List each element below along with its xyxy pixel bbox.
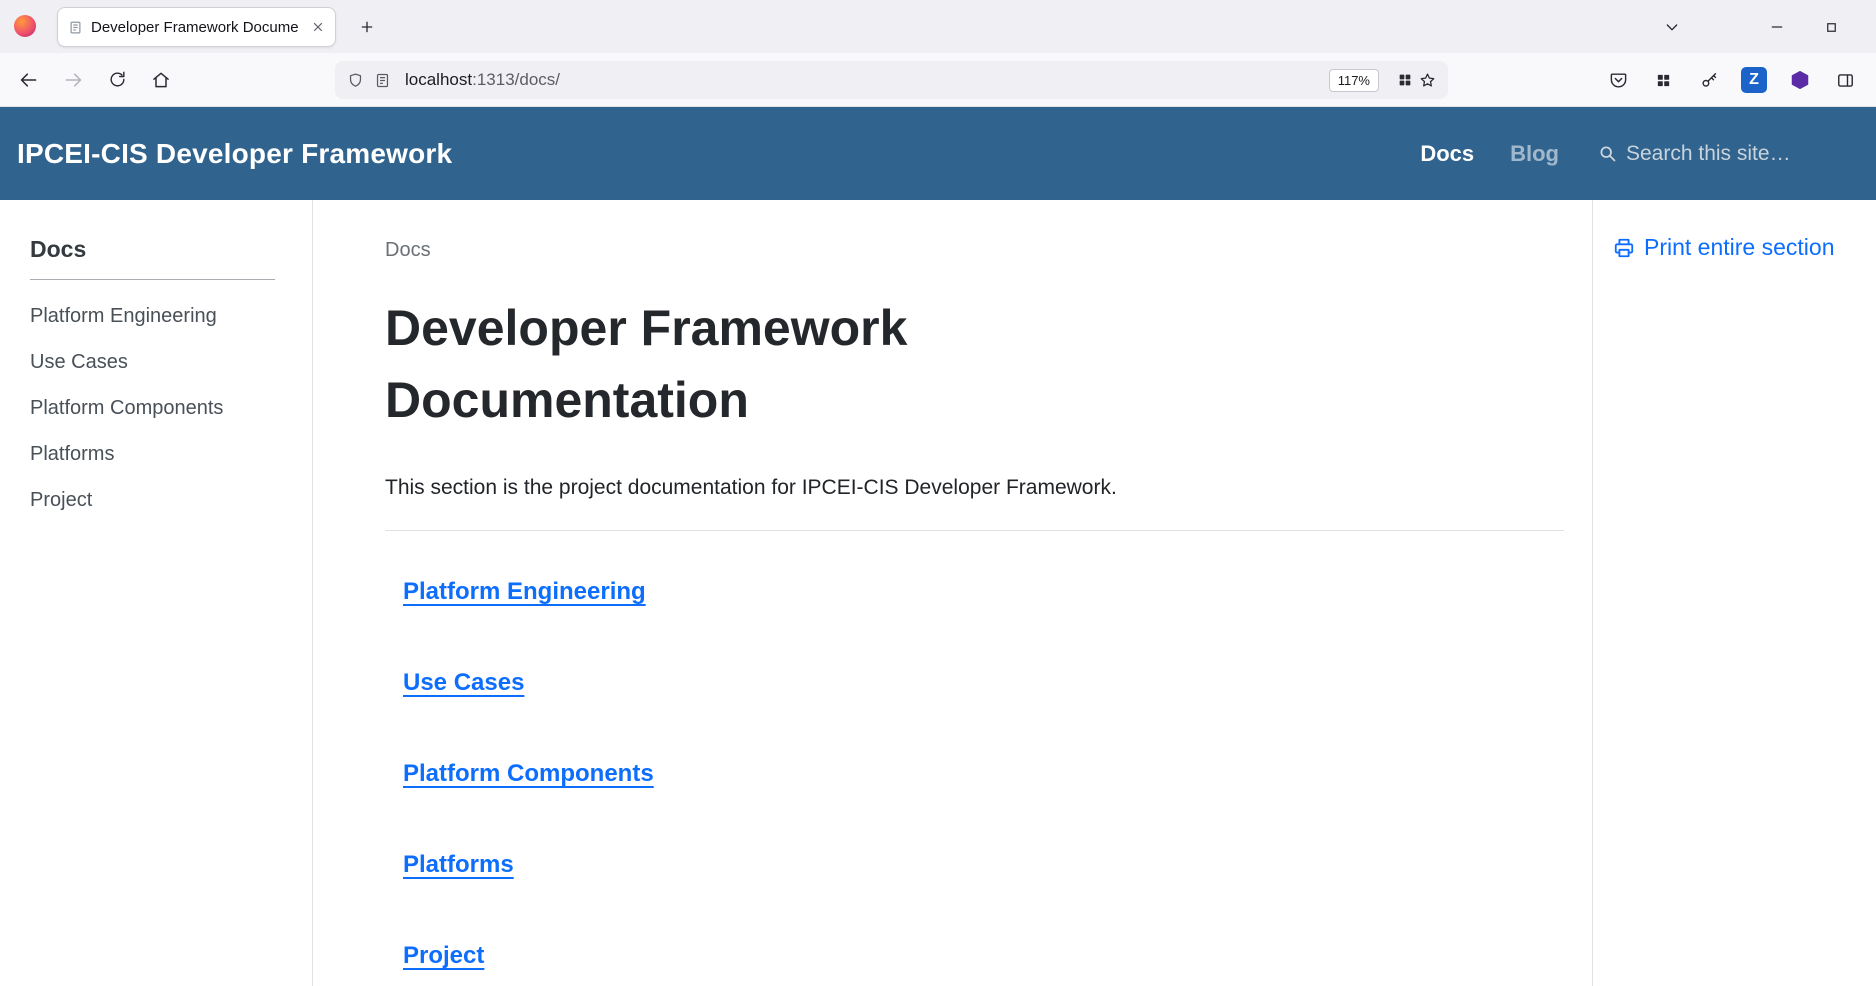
browser-tab-strip: Developer Framework Docume bbox=[0, 0, 1876, 53]
sidebar-link[interactable]: Platform Engineering bbox=[30, 305, 217, 327]
page-favicon-icon bbox=[68, 20, 83, 35]
right-sidebar: Print entire section bbox=[1592, 200, 1876, 986]
site-nav: Docs Blog bbox=[1420, 141, 1856, 167]
firefox-profile-icon[interactable] bbox=[14, 15, 36, 37]
sidebar-link[interactable]: Use Cases bbox=[30, 351, 128, 373]
site-search[interactable] bbox=[1597, 142, 1856, 166]
docs-sidebar: Docs Platform Engineering Use Cases Plat… bbox=[0, 200, 313, 986]
section-link-platform-engineering[interactable]: Platform Engineering bbox=[403, 577, 1564, 607]
back-button[interactable] bbox=[12, 63, 46, 97]
extension-purple-icon[interactable] bbox=[1783, 63, 1817, 97]
sidebar-divider bbox=[30, 279, 275, 280]
reload-button[interactable] bbox=[100, 63, 134, 97]
sidebar-link[interactable]: Project bbox=[30, 489, 92, 511]
sidebar-heading[interactable]: Docs bbox=[30, 236, 292, 263]
content-divider bbox=[385, 530, 1564, 531]
print-section-label: Print entire section bbox=[1644, 234, 1834, 261]
nav-link-blog[interactable]: Blog bbox=[1510, 141, 1559, 167]
window-minimize-button[interactable] bbox=[1762, 12, 1792, 42]
site-brand[interactable]: IPCEI-CIS Developer Framework bbox=[17, 138, 452, 170]
grid-page-action-icon[interactable] bbox=[1397, 72, 1413, 88]
sidebar-item-project[interactable]: Project bbox=[30, 488, 292, 514]
sidebar-toggle-icon[interactable] bbox=[1828, 63, 1862, 97]
bookmark-star-icon[interactable] bbox=[1419, 72, 1436, 89]
pocket-icon[interactable] bbox=[1601, 63, 1635, 97]
lead-paragraph: This section is the project documentatio… bbox=[385, 476, 1564, 500]
url-host: localhost bbox=[405, 70, 472, 89]
new-tab-button[interactable] bbox=[352, 12, 382, 42]
breadcrumb[interactable]: Docs bbox=[385, 239, 1564, 262]
browser-tab[interactable]: Developer Framework Docume bbox=[57, 7, 336, 47]
password-key-icon[interactable] bbox=[1692, 63, 1726, 97]
section-link-platform-components[interactable]: Platform Components bbox=[403, 759, 1564, 789]
sidebar-item-platform-engineering[interactable]: Platform Engineering bbox=[30, 304, 292, 330]
search-icon bbox=[1597, 143, 1618, 164]
list-all-tabs-chevron-icon[interactable] bbox=[1657, 12, 1687, 42]
forward-button bbox=[56, 63, 90, 97]
window-maximize-button[interactable] bbox=[1816, 12, 1846, 42]
extensions-icon[interactable] bbox=[1646, 63, 1680, 97]
zoom-level-badge[interactable]: 117% bbox=[1329, 69, 1379, 92]
url-path: :1313/docs/ bbox=[472, 70, 560, 89]
sidebar-link[interactable]: Platforms bbox=[30, 443, 114, 465]
section-link-platforms[interactable]: Platforms bbox=[403, 850, 1564, 880]
search-input[interactable] bbox=[1626, 142, 1856, 166]
sidebar-nav: Platform Engineering Use Cases Platform … bbox=[30, 304, 292, 514]
sidebar-item-platforms[interactable]: Platforms bbox=[30, 442, 292, 468]
page-info-icon[interactable] bbox=[374, 72, 391, 89]
tracking-shield-icon[interactable] bbox=[347, 72, 364, 89]
nav-link-docs[interactable]: Docs bbox=[1420, 141, 1474, 167]
sidebar-link[interactable]: Platform Components bbox=[30, 397, 223, 419]
tab-title: Developer Framework Docume bbox=[91, 19, 303, 36]
section-link-use-cases[interactable]: Use Cases bbox=[403, 668, 1564, 698]
tab-close-icon[interactable] bbox=[311, 20, 325, 34]
sidebar-item-use-cases[interactable]: Use Cases bbox=[30, 350, 292, 376]
extension-z-badge: Z bbox=[1741, 67, 1767, 93]
site-header: IPCEI-CIS Developer Framework Docs Blog bbox=[0, 107, 1876, 200]
page-title: Developer Framework Documentation bbox=[385, 292, 1285, 436]
print-section-link[interactable]: Print entire section bbox=[1613, 234, 1866, 261]
extension-z-icon[interactable]: Z bbox=[1737, 63, 1771, 97]
section-links: Platform Engineering Use Cases Platform … bbox=[385, 577, 1564, 971]
sidebar-item-platform-components[interactable]: Platform Components bbox=[30, 396, 292, 422]
main-content: Docs Developer Framework Documentation T… bbox=[313, 200, 1592, 986]
address-bar[interactable]: localhost:1313/docs/ 117% bbox=[335, 61, 1448, 99]
url-text[interactable]: localhost:1313/docs/ bbox=[405, 70, 560, 90]
browser-toolbar: localhost:1313/docs/ 117% Z bbox=[0, 53, 1876, 107]
section-link-project[interactable]: Project bbox=[403, 941, 1564, 971]
printer-icon bbox=[1613, 237, 1635, 259]
page-content: Docs Platform Engineering Use Cases Plat… bbox=[0, 200, 1876, 986]
home-button[interactable] bbox=[144, 63, 178, 97]
